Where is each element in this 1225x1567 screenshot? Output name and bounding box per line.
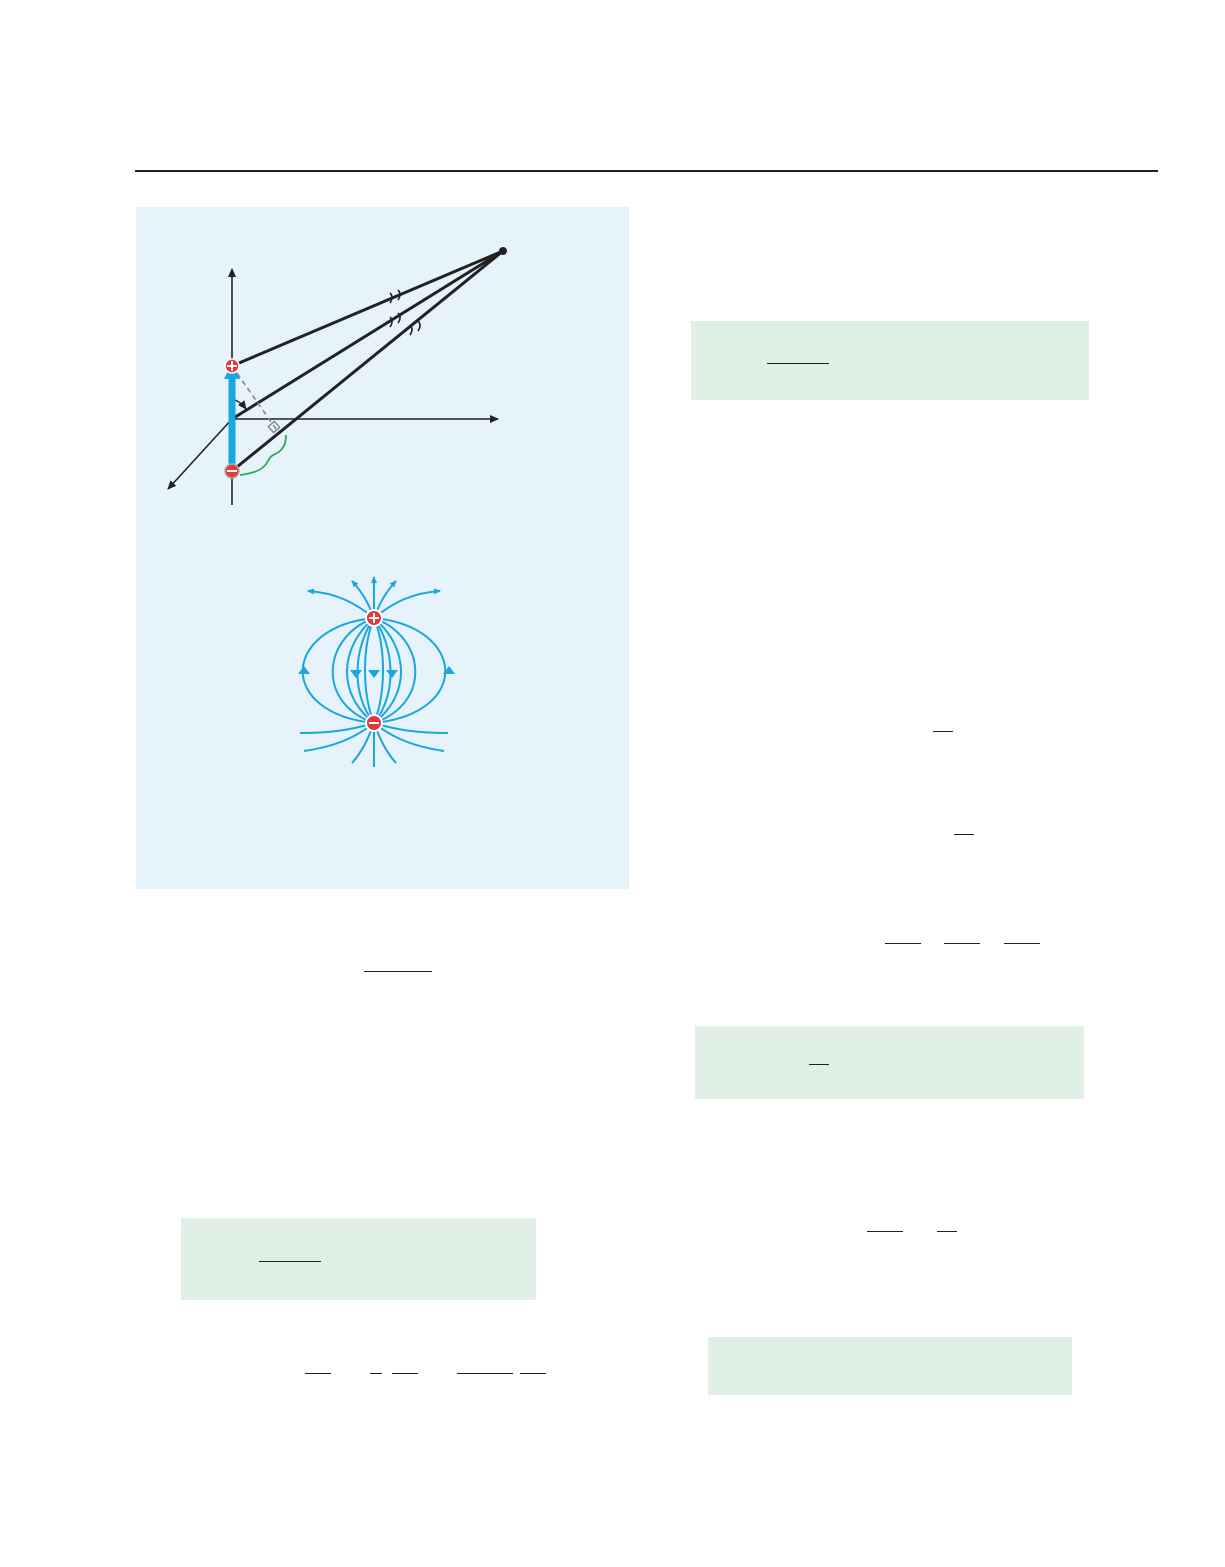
fraction-bar: [885, 943, 921, 944]
path-difference-bracket: [239, 434, 287, 476]
fraction-bar: [392, 1373, 418, 1374]
equation-box: [691, 321, 1089, 400]
line-from-origin: [231, 249, 504, 421]
fraction-bar: [767, 363, 829, 364]
fraction-bar: [809, 1064, 829, 1065]
equation-box: [708, 1337, 1072, 1395]
minus-charge-icon: [224, 463, 240, 479]
fraction-bar: [370, 1373, 382, 1374]
fraction-bar: [364, 971, 432, 972]
fraction-bar: [259, 1261, 321, 1262]
dipole-figure: [167, 247, 507, 767]
equation-box: [181, 1218, 536, 1300]
fraction-bar: [305, 1373, 331, 1374]
fraction-bar: [944, 943, 980, 944]
distance-lines: [231, 247, 507, 473]
plus-charge-icon: [365, 609, 383, 627]
minus-charge-icon: [365, 714, 383, 732]
coordinate-axes: [167, 268, 499, 505]
plus-charge-icon: [224, 358, 240, 374]
field-point: [499, 247, 507, 255]
fraction-bar: [954, 834, 974, 835]
fraction-bar: [1004, 943, 1040, 944]
fraction-bar: [867, 1231, 903, 1232]
fraction-bar: [933, 731, 953, 732]
fraction-bar: [457, 1373, 513, 1374]
fraction-bar: [520, 1373, 546, 1374]
line-from-negative-charge: [231, 249, 504, 473]
figure-panel: [136, 207, 629, 889]
x-axis: [167, 418, 233, 490]
header-rule: [135, 170, 1158, 172]
fraction-bar: [937, 1231, 957, 1232]
line-from-positive-charge: [231, 249, 504, 368]
field-line-arrows: [298, 666, 455, 678]
equation-box: [695, 1026, 1084, 1099]
